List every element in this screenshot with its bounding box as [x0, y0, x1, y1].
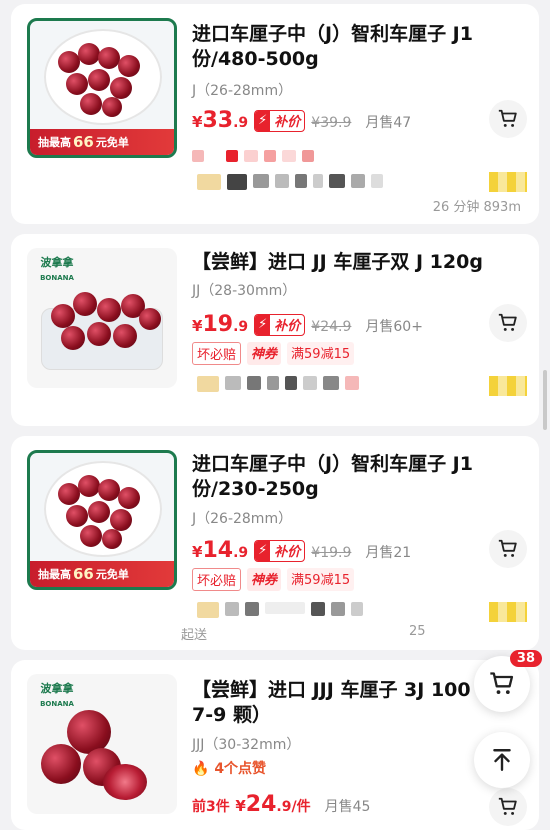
likes-text: 🔥 4个点赞	[192, 761, 267, 777]
distance-text: 26 分钟 893m	[432, 200, 521, 215]
product-title[interactable]: 进口车厘子中（J）智利车厘子 J1份/480-500g	[192, 22, 509, 72]
cart-icon	[498, 109, 517, 127]
add-to-cart-button[interactable]	[489, 530, 527, 568]
add-to-cart-button[interactable]	[489, 304, 527, 342]
scrollbar[interactable]	[543, 370, 547, 430]
tag-row: 坏必赔 神券 满59减15	[192, 342, 355, 365]
product-card[interactable]: 抽最高 66 元免单 进口车厘子中（J）智利车厘子 J1份/480-500g J（2…	[11, 4, 539, 224]
add-to-cart-button[interactable]	[489, 788, 527, 826]
bolt-icon: ⚡	[255, 540, 271, 561]
original-price: ¥19.9	[311, 545, 352, 561]
cart-icon	[490, 672, 514, 695]
product-title[interactable]: 【尝鲜】进口 JJ 车厘子双 J 120g	[192, 250, 509, 275]
bolt-icon: ⚡	[255, 314, 271, 335]
product-image[interactable]: 抽最高 66 元免单	[27, 18, 177, 158]
product-image[interactable]: 波拿拿 BONANA	[27, 248, 177, 388]
flame-icon: 🔥	[192, 761, 210, 777]
monthly-sales: 月售60+	[365, 319, 423, 335]
price: 前3件 ¥24.9/件	[192, 792, 311, 817]
product-image[interactable]: 波拿拿 BONANA	[27, 674, 177, 814]
subsidy-badge: ⚡ 补价	[254, 109, 306, 132]
product-image[interactable]: 抽最高 66 元免单	[27, 450, 177, 590]
obscured-badge	[489, 602, 527, 622]
add-to-cart-button[interactable]	[489, 100, 527, 138]
cart-icon	[498, 313, 517, 331]
product-title[interactable]: 进口车厘子中（J）智利车厘子 J1份/230-250g	[192, 452, 509, 502]
guarantee-tag: 坏必赔	[192, 342, 242, 365]
footer-right-text: 25	[409, 624, 426, 639]
guarantee-tag: 坏必赔	[192, 568, 242, 591]
cart-count-badge: 38	[509, 650, 542, 667]
brand-logo: 波拿拿 BONANA	[40, 256, 74, 282]
promo-strip: 抽最高 66 元免单	[30, 561, 174, 587]
product-spec: J（26-28mm）	[192, 83, 293, 99]
cart-icon	[498, 539, 517, 557]
price: ¥19.9	[192, 312, 249, 337]
back-to-top-icon	[493, 749, 511, 771]
obscured-info	[197, 602, 363, 618]
product-spec: JJ（28-30mm）	[192, 283, 297, 299]
monthly-sales: 月售45	[324, 799, 371, 815]
original-price: ¥24.9	[311, 319, 352, 335]
tag-row: 坏必赔 神券 满59减15	[192, 568, 355, 591]
discount-tag: 满59减15	[287, 342, 355, 365]
product-card[interactable]: 波拿拿 BONANA 【尝鲜】进口 JJ 车厘子双 J 120g JJ（28-30…	[11, 234, 539, 426]
product-spec: J（26-28mm）	[192, 511, 293, 527]
price-row: 前3件 ¥24.9/件 月售45	[192, 792, 370, 817]
back-to-top-button[interactable]	[474, 732, 530, 788]
obscured-info	[197, 174, 383, 190]
product-spec: JJJ（30-32mm）	[192, 737, 301, 753]
price-row: ¥33.9 ⚡ 补价 ¥39.9 月售47	[192, 108, 411, 133]
obscured-badge	[489, 376, 527, 396]
product-card[interactable]: 波拿拿 BONANA 【尝鲜】进口 JJJ 车厘子 3J 100（约 7-9 颗）…	[11, 660, 539, 830]
brand-logo: 波拿拿 BONANA	[40, 682, 74, 708]
obscured-badge	[489, 172, 527, 192]
footer-left-text: 起送	[181, 628, 208, 643]
product-card[interactable]: 抽最高 66 元免单 进口车厘子中（J）智利车厘子 J1份/230-250g J（2…	[11, 436, 539, 650]
obscured-tags	[192, 150, 314, 162]
monthly-sales: 月售21	[365, 545, 412, 561]
coupon-tag: 神券	[247, 568, 282, 591]
original-price: ¥39.9	[311, 115, 352, 131]
price: ¥33.9	[192, 108, 249, 133]
monthly-sales: 月售47	[365, 115, 412, 131]
subsidy-badge: ⚡ 补价	[254, 313, 306, 336]
discount-tag: 满59减15	[287, 568, 355, 591]
promo-strip: 抽最高 66 元免单	[30, 129, 174, 155]
cart-icon	[498, 797, 517, 815]
price: ¥14.9	[192, 538, 249, 563]
price-row: ¥19.9 ⚡ 补价 ¥24.9 月售60+	[192, 312, 423, 337]
coupon-tag: 神券	[247, 342, 282, 365]
bolt-icon: ⚡	[255, 110, 271, 131]
obscured-info	[197, 376, 359, 392]
product-title[interactable]: 【尝鲜】进口 JJJ 车厘子 3J 100（约 7-9 颗）	[192, 678, 509, 728]
price-row: ¥14.9 ⚡ 补价 ¥19.9 月售21	[192, 538, 411, 563]
subsidy-badge: ⚡ 补价	[254, 539, 306, 562]
